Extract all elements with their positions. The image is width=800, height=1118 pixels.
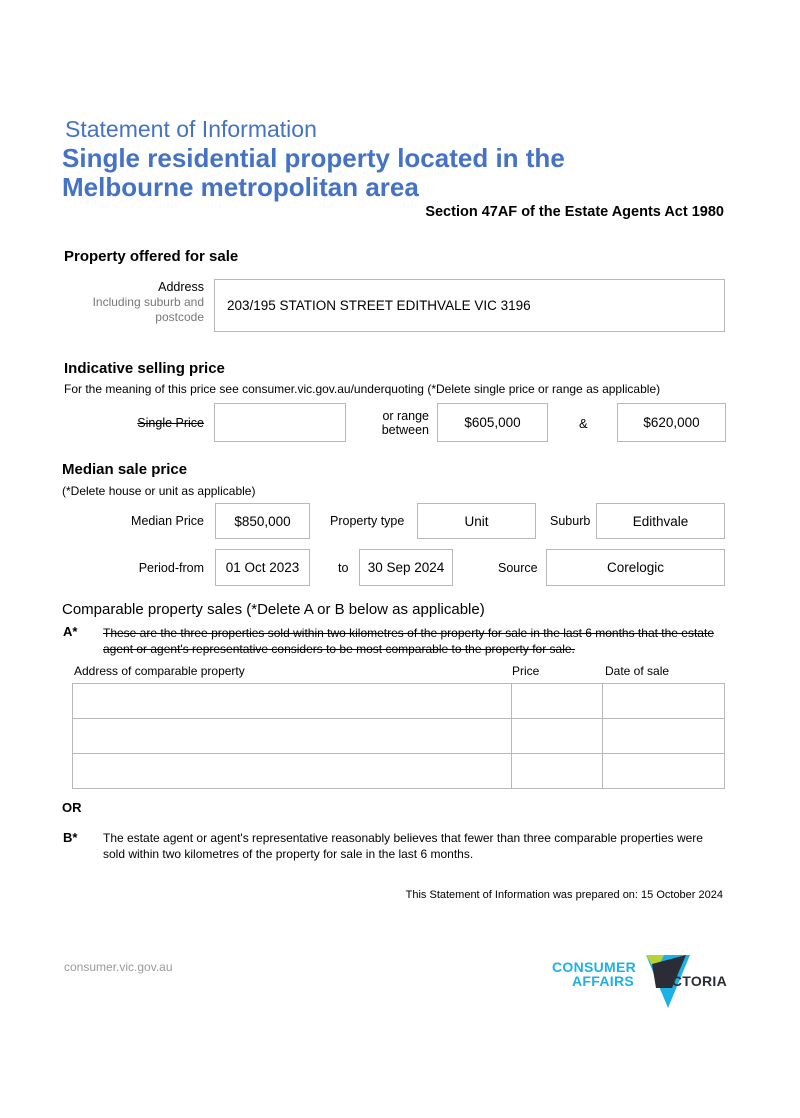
indicative-note: For the meaning of this price see consum… — [64, 382, 661, 396]
median-price-label: Median Price — [131, 514, 204, 528]
option-a-marker: A* — [63, 624, 78, 639]
range-high-field[interactable]: $620,000 — [617, 403, 726, 442]
median-note: (*Delete house or unit as applicable) — [62, 484, 256, 498]
suburb-value: Edithvale — [632, 513, 689, 529]
option-b-marker: B* — [63, 830, 78, 845]
table-row — [71, 683, 725, 719]
col-header-price: Price — [512, 664, 540, 678]
period-from-field[interactable]: 01 Oct 2023 — [215, 549, 310, 586]
suburb-field[interactable]: Edithvale — [596, 503, 725, 539]
address-sublabel-1: Including suburb and — [92, 295, 204, 309]
indicative-heading: Indicative selling price — [64, 360, 225, 377]
range-separator: & — [579, 416, 588, 431]
property-heading: Property offered for sale — [64, 248, 239, 265]
cell-price[interactable] — [511, 753, 604, 789]
address-value: 203/195 STATION STREET EDITHVALE VIC 319… — [227, 298, 531, 313]
col-header-date: Date of sale — [605, 664, 670, 678]
act-reference: Section 47AF of the Estate Agents Act 19… — [425, 204, 724, 220]
range-high-value: $620,000 — [643, 415, 700, 430]
document-title: Single residential property located in t… — [62, 143, 565, 202]
col-header-address: Address of comparable property — [74, 664, 245, 678]
median-price-value: $850,000 — [234, 513, 291, 529]
cell-address[interactable] — [71, 753, 513, 789]
cell-date[interactable] — [602, 718, 725, 754]
address-label: Address — [158, 280, 204, 294]
address-field[interactable]: 203/195 STATION STREET EDITHVALE VIC 319… — [214, 279, 725, 332]
source-field[interactable]: Corelogic — [546, 549, 725, 586]
cell-address[interactable] — [71, 718, 513, 754]
table-row — [71, 718, 725, 754]
table-row — [71, 753, 725, 789]
prepared-date: This Statement of Information was prepar… — [405, 889, 723, 901]
median-heading: Median sale price — [62, 461, 188, 478]
range-label: or range between — [381, 409, 429, 437]
single-price-field[interactable] — [214, 403, 346, 442]
cell-date[interactable] — [602, 683, 725, 719]
property-type-value: Unit — [464, 513, 489, 529]
cell-price[interactable] — [511, 718, 604, 754]
suburb-label: Suburb — [550, 514, 591, 528]
range-low-value: $605,000 — [464, 415, 521, 430]
footer-website[interactable]: consumer.vic.gov.au — [64, 960, 173, 974]
option-a-text: These are the three properties sold with… — [103, 626, 714, 656]
median-price-field[interactable]: $850,000 — [215, 503, 310, 539]
period-to-value: 30 Sep 2024 — [367, 560, 445, 575]
logo-text-affairs: AFFAIRS — [572, 973, 634, 989]
address-sublabel-2: postcode — [155, 310, 204, 324]
or-label: OR — [62, 800, 82, 815]
range-low-field[interactable]: $605,000 — [437, 403, 548, 442]
single-price-label: Single Price — [137, 416, 204, 430]
logo-text-consumer: CONSUMER — [552, 959, 637, 975]
comparable-sales-table — [71, 683, 725, 789]
logo-text-victoria: VICTORIA — [658, 973, 728, 989]
cell-date[interactable] — [602, 753, 725, 789]
comparable-heading: Comparable property sales (*Delete A or … — [62, 601, 485, 618]
property-type-field[interactable]: Unit — [417, 503, 536, 539]
option-b-text: The estate agent or agent's representati… — [103, 831, 703, 861]
cell-price[interactable] — [511, 683, 604, 719]
period-to-field[interactable]: 30 Sep 2024 — [359, 549, 453, 586]
address-label-group: Address Including suburb and postcode — [93, 280, 204, 325]
period-from-label: Period-from — [138, 561, 204, 575]
consumer-affairs-victoria-logo: CONSUMER AFFAIRS VICTORIA — [548, 950, 733, 1010]
cell-address[interactable] — [71, 683, 513, 719]
source-value: Corelogic — [606, 560, 665, 575]
to-label: to — [338, 561, 349, 575]
source-label: Source — [498, 561, 538, 575]
property-type-label: Property type — [330, 514, 405, 528]
period-from-value: 01 Oct 2023 — [225, 560, 300, 575]
document-label: Statement of Information — [65, 116, 317, 142]
